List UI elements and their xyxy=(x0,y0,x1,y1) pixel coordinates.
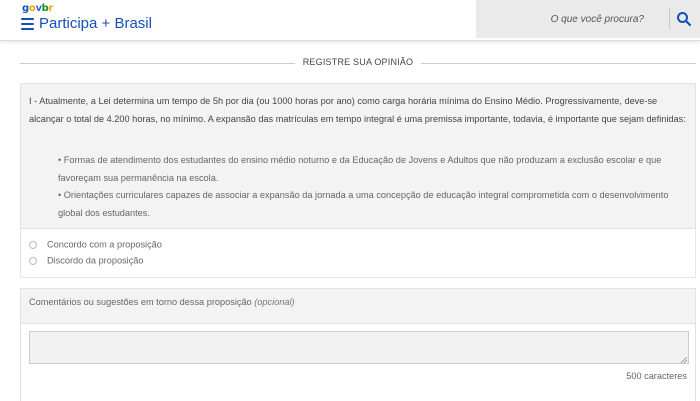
proposal-list-item: • Orientações curriculares capazes de as… xyxy=(58,190,669,218)
proposal-list: • Formas de atendimento dos estudantes d… xyxy=(58,152,688,222)
option-agree-label: Concordo com a proposição xyxy=(47,239,162,250)
search-icon[interactable] xyxy=(676,11,692,27)
logo-letter-r: r xyxy=(48,3,54,14)
comments-label-text: Comentários ou sugestões em torno dessa … xyxy=(29,297,252,307)
agree-radio[interactable] xyxy=(29,240,37,249)
site-title[interactable]: Participa + Brasil xyxy=(39,15,152,32)
section-title-text: REGISTRE SUA OPINIÃO xyxy=(294,57,422,67)
comments-label: Comentários ou sugestões em torno dessa … xyxy=(29,297,295,307)
comments-textarea[interactable] xyxy=(29,331,689,364)
hamburger-menu-icon[interactable] xyxy=(21,18,34,30)
search-box xyxy=(476,0,700,38)
govbr-logo[interactable]: govbr xyxy=(22,3,53,14)
section-header: REGISTRE SUA OPINIÃO xyxy=(20,55,696,71)
option-disagree-label: Discordo da proposição xyxy=(47,255,144,266)
disagree-radio[interactable] xyxy=(29,256,37,265)
option-agree[interactable]: Concordo com a proposição xyxy=(29,239,162,253)
section-title: REGISTRE SUA OPINIÃO xyxy=(20,57,696,67)
option-disagree[interactable]: Discordo da proposição xyxy=(29,255,144,269)
vote-options: Concordo com a proposição Discordo da pr… xyxy=(20,229,696,278)
logo-letter-b: b xyxy=(41,3,49,14)
proposal-text: I - Atualmente, a Lei determina um tempo… xyxy=(29,96,686,124)
comments-body: 500 caracteres xyxy=(21,324,695,401)
comments-box: Comentários ou sugestões em torno dessa … xyxy=(20,288,696,401)
optional-tag: (opcional) xyxy=(254,297,295,307)
header: govbr Participa + Brasil xyxy=(0,0,700,41)
proposal-box: I - Atualmente, a Lei determina um tempo… xyxy=(20,83,696,229)
char-counter: 500 caracteres xyxy=(626,371,687,381)
proposal-list-item: • Formas de atendimento dos estudantes d… xyxy=(58,155,662,183)
search-divider xyxy=(669,7,670,29)
search-input[interactable] xyxy=(476,0,666,38)
logo-letter-g: g xyxy=(22,3,29,14)
